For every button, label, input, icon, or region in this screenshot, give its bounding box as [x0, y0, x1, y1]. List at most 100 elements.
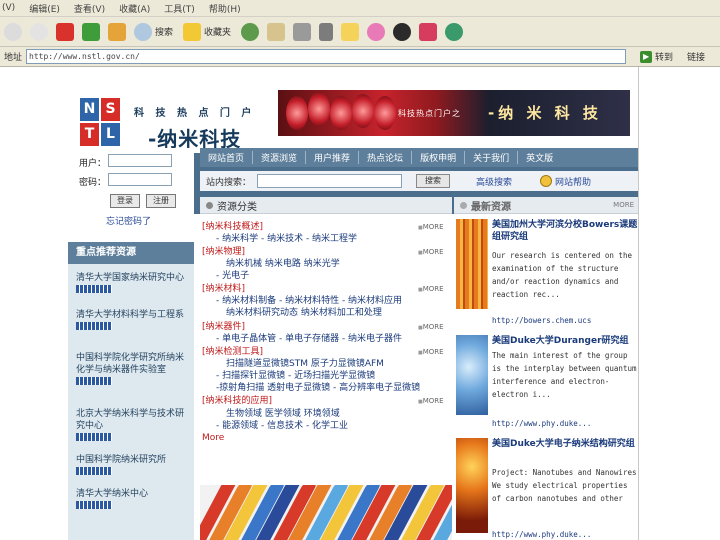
resource-url[interactable]: http://www.phy.duke... — [492, 419, 591, 428]
resource-title[interactable]: 美国Duke大学Duranger研究组 — [492, 335, 638, 347]
latest-item: 美国Duke大学电子纳米结构研究组 Project: Nanotubes and… — [456, 438, 638, 540]
resource-url[interactable]: http://bowers.chem.ucs — [492, 316, 591, 325]
featured-item-label: 中国科学院纳米研究所 — [76, 455, 167, 465]
featured-item-label: 中国科学院化学研究所纳米化学与纳米器件实验室 — [76, 353, 185, 375]
username-input[interactable] — [108, 154, 172, 167]
logo-letter: S — [101, 98, 120, 121]
header-banner: 科技热点门户之 -纳 米 科 技 — [278, 90, 630, 136]
search-icon[interactable] — [134, 22, 152, 41]
categories-header: 资源分类 — [200, 197, 452, 214]
latest-item: 美国Duke大学Duranger研究组 The main interest of… — [456, 335, 638, 435]
category-line[interactable]: -掠射角扫描 透射电子显微镜 - 高分辨率电子显微镜 — [216, 380, 420, 393]
nav-forum[interactable]: 热点论坛 — [359, 151, 413, 164]
forward-icon[interactable] — [30, 22, 48, 41]
category-more-link[interactable]: MORE — [418, 223, 444, 231]
edit-icon[interactable] — [319, 22, 334, 41]
categories-title: 资源分类 — [217, 201, 257, 213]
login-button[interactable]: 登录 — [110, 194, 140, 208]
register-button[interactable]: 注册 — [146, 194, 176, 208]
new-badge-icon — [76, 377, 112, 385]
go-label: 转到 — [655, 53, 674, 63]
resource-title[interactable]: 美国加州大学河滨分校Bowers课题组研究组 — [492, 219, 638, 243]
featured-item[interactable]: 清华大学纳米中心 — [76, 488, 190, 509]
site-search-input[interactable] — [257, 174, 403, 188]
category-line[interactable]: - 单电子晶体管 - 单电子存储器 - 纳米电子器件 — [216, 331, 402, 344]
flower-icon[interactable] — [367, 22, 386, 41]
forgot-password-link[interactable]: 忘记密码了 — [106, 214, 151, 227]
featured-item[interactable]: 中国科学院纳米研究所 — [76, 454, 190, 475]
banner-title: -纳 米 科 技 — [488, 104, 602, 122]
favorites-star-icon[interactable] — [183, 22, 202, 41]
site-search-row: 站内搜索： 搜索 高级搜索 网站帮助 — [200, 171, 638, 191]
category-line[interactable]: 纳米材料研究动态 纳米材料加工和处理 — [226, 305, 382, 318]
home-icon[interactable] — [108, 22, 126, 41]
resource-url[interactable]: http://www.phy.duke... — [492, 530, 591, 539]
latest-resources: 最新资源 MORE 美国加州大学河滨分校Bowers课题组研究组 Our res… — [454, 197, 638, 540]
mail-icon[interactable] — [267, 22, 286, 41]
login-box: 用户： 密码： 登录 注册 — [68, 148, 194, 214]
resource-description: The main interest of the group is the in… — [492, 351, 637, 399]
menu-help[interactable]: 帮助(H) — [209, 2, 241, 15]
latest-header: 最新资源 MORE — [454, 197, 638, 214]
category-line[interactable]: - 光电子 — [216, 268, 249, 281]
featured-item[interactable]: 北京大学纳米科学与技术研究中心 — [76, 408, 190, 441]
featured-item[interactable]: 清华大学国家纳米研究中心 — [76, 272, 190, 293]
advanced-search-link[interactable]: 高级搜索 — [476, 175, 512, 188]
category-line[interactable]: - 纳米科学 - 纳米技术 - 纳米工程学 — [216, 231, 357, 244]
site-tagline: 科 技 热 点 门 户 — [134, 108, 256, 119]
menu-tools[interactable]: 工具(T) — [164, 2, 195, 15]
stop-icon[interactable] — [56, 22, 74, 41]
password-input[interactable] — [108, 173, 172, 186]
menu-edit[interactable]: 编辑(E) — [29, 2, 60, 15]
latest-title: 最新资源 — [471, 201, 511, 213]
site-search-button[interactable]: 搜索 — [416, 174, 451, 188]
site-help-link[interactable]: 网站帮助 — [555, 175, 591, 188]
go-button[interactable]: ▶ 转到 — [640, 50, 673, 63]
new-badge-icon — [76, 285, 112, 293]
help-icon[interactable] — [540, 175, 553, 187]
category-more-link[interactable]: MORE — [418, 397, 444, 405]
nstl-logo[interactable]: N S T L — [80, 98, 120, 146]
menu-view-partial[interactable]: (V) — [2, 3, 15, 13]
bullet-icon — [460, 201, 467, 209]
web-page: N S T L 科 技 热 点 门 户 -纳米科技 科技热点门户之 -纳 米 科… — [68, 67, 638, 540]
qq-icon[interactable] — [393, 22, 412, 41]
favorites-toolbar-label[interactable]: 收藏夹 — [204, 25, 231, 38]
category-line[interactable]: - 能源领域 - 信息技术 - 化学工业 — [216, 418, 348, 431]
search-toolbar-label[interactable]: 搜索 — [155, 25, 173, 38]
nav-copyright[interactable]: 版权申明 — [412, 151, 466, 164]
resource-title[interactable]: 美国Duke大学电子纳米结构研究组 — [492, 438, 638, 450]
category-heading[interactable]: [纳米科技的应用] — [202, 393, 272, 406]
banner-subtitle: 科技热点门户之 — [398, 109, 461, 118]
latest-more-link[interactable]: MORE — [613, 201, 634, 209]
nav-about[interactable]: 关于我们 — [465, 151, 519, 164]
nav-browse[interactable]: 资源浏览 — [253, 151, 307, 164]
back-icon[interactable] — [4, 22, 22, 41]
menu-view[interactable]: 查看(V) — [74, 2, 105, 15]
categories-more-link[interactable]: More — [202, 433, 224, 443]
notes-icon[interactable] — [341, 22, 360, 41]
nav-recommend[interactable]: 用户推荐 — [306, 151, 360, 164]
featured-item[interactable]: 中国科学院化学研究所纳米化学与纳米器件实验室 — [76, 352, 190, 385]
print-icon[interactable] — [293, 22, 312, 41]
category-more-link[interactable]: MORE — [418, 285, 444, 293]
messenger-icon[interactable] — [445, 22, 464, 41]
featured-item[interactable]: 清华大学材料科学与工程系 — [76, 309, 190, 330]
category-more-link[interactable]: MORE — [418, 248, 444, 256]
address-input[interactable]: http://www.nstl.gov.cn/ — [26, 49, 627, 64]
history-icon[interactable] — [241, 22, 260, 41]
menu-favorites[interactable]: 收藏(A) — [119, 2, 150, 15]
featured-title: 重点推荐资源 — [68, 242, 194, 264]
links-label[interactable]: 链接 — [687, 50, 705, 63]
address-label: 地址 — [4, 53, 23, 63]
address-bar: 地址 http://www.nstl.gov.cn/ ▶ 转到 链接 — [0, 47, 720, 67]
nav-home[interactable]: 网站首页 — [200, 151, 254, 164]
site-search-label: 站内搜索： — [206, 177, 252, 188]
category-more-link[interactable]: MORE — [418, 348, 444, 356]
ejoy-icon[interactable] — [419, 22, 438, 41]
nav-english[interactable]: 英文版 — [518, 151, 561, 164]
resource-thumbnail — [456, 335, 488, 415]
latest-item: 美国加州大学河滨分校Bowers课题组研究组 Our research is c… — [456, 219, 638, 329]
refresh-icon[interactable] — [82, 22, 100, 41]
category-more-link[interactable]: MORE — [418, 323, 444, 331]
